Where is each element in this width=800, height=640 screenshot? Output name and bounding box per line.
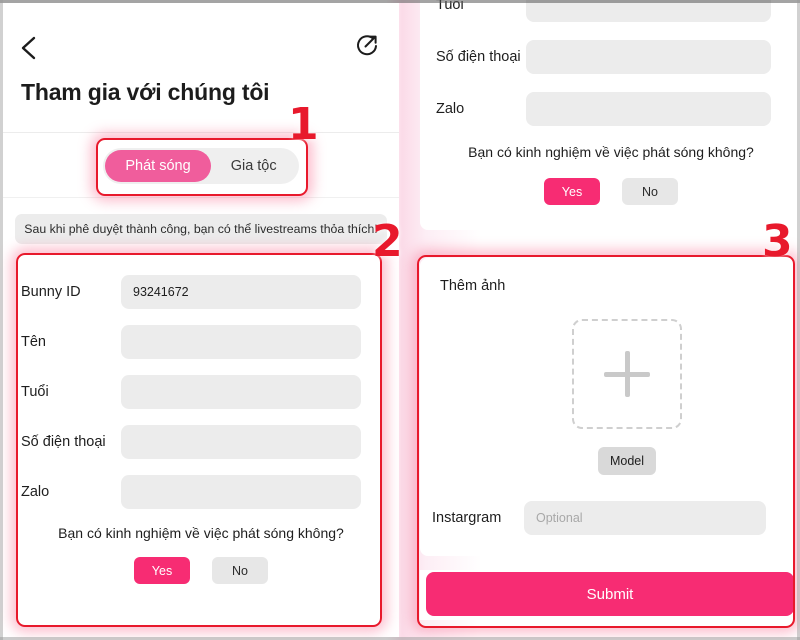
field-row-tuoi-2: Tuổi xyxy=(436,0,786,22)
field-row-tuoi: Tuổi xyxy=(21,375,381,409)
experience-no-button[interactable]: No xyxy=(212,557,268,584)
experience-yes-button-2[interactable]: Yes xyxy=(544,178,600,205)
info-banner: Sau khi phê duyệt thành công, bạn có thể… xyxy=(15,214,387,244)
app-screen-form-continued: Tuổi Số điện thoại Zalo Bạn có kinh nghi… xyxy=(420,0,800,230)
frame-edge-top xyxy=(0,0,800,3)
app-screen-photo-upload: Thêm ảnh Model Instargram Optional xyxy=(420,258,800,556)
photo-upload-dropzone[interactable] xyxy=(572,319,682,429)
field-input-instagram[interactable]: Optional xyxy=(524,501,766,535)
field-label-zalo-2: Zalo xyxy=(436,101,465,117)
submit-button[interactable]: Submit xyxy=(426,572,794,616)
field-label-zalo: Zalo xyxy=(21,484,50,500)
annotation-number-1: 1 xyxy=(288,99,319,150)
experience-answer-group-2: Yes No xyxy=(436,178,786,205)
field-row-zalo: Zalo xyxy=(21,475,381,509)
frame-edge-left xyxy=(0,0,3,640)
annotation-number-2: 2 xyxy=(372,216,403,267)
model-tag-button[interactable]: Model xyxy=(598,447,656,475)
field-label-ten: Tên xyxy=(21,334,46,350)
tab-phat-song[interactable]: Phát sóng xyxy=(105,149,211,182)
chevron-left-icon[interactable] xyxy=(16,33,42,63)
field-row-so-dien-thoai-2: Số điện thoại xyxy=(436,40,786,74)
experience-yes-button[interactable]: Yes xyxy=(134,557,190,584)
screenshot-root: Tham gia với chúng tôi Phát sóng Gia tộc… xyxy=(0,0,800,640)
field-label-tuoi: Tuổi xyxy=(21,384,49,400)
field-input-zalo-2[interactable] xyxy=(526,92,771,126)
app-header: Tham gia với chúng tôi xyxy=(3,3,399,133)
experience-answer-group: Yes No xyxy=(21,557,381,584)
registration-form-continued: Tuổi Số điện thoại Zalo Bạn có kinh nghi… xyxy=(436,0,786,205)
experience-question: Bạn có kinh nghiệm về việc phát sóng khô… xyxy=(58,525,344,541)
field-input-so-dien-thoai-2[interactable] xyxy=(526,40,771,74)
experience-question-2: Bạn có kinh nghiệm về việc phát sóng khô… xyxy=(468,144,754,160)
registration-form: Bunny ID 93241672 Tên Tuổi Số điện thoại… xyxy=(21,275,381,584)
share-circle-icon[interactable] xyxy=(353,31,381,59)
field-label-bunny-id: Bunny ID xyxy=(21,284,81,300)
field-label-so-dien-thoai: Số điện thoại xyxy=(21,434,106,450)
field-input-tuoi-2[interactable] xyxy=(526,0,771,22)
experience-no-button-2[interactable]: No xyxy=(622,178,678,205)
page-title: Tham gia với chúng tôi xyxy=(21,79,270,105)
field-input-bunny-id[interactable]: 93241672 xyxy=(121,275,361,309)
plus-icon xyxy=(604,351,650,397)
field-row-so-dien-thoai: Số điện thoại xyxy=(21,425,381,459)
field-row-zalo-2: Zalo xyxy=(436,92,786,126)
field-label-so-dien-thoai-2: Số điện thoại xyxy=(436,49,521,65)
segmented-control: Phát sóng Gia tộc xyxy=(3,134,399,198)
field-input-so-dien-thoai[interactable] xyxy=(121,425,361,459)
annotation-number-3: 3 xyxy=(762,216,793,267)
app-screen-main: Tham gia với chúng tôi Phát sóng Gia tộc… xyxy=(3,3,399,637)
tab-gia-toc[interactable]: Gia tộc xyxy=(211,150,297,182)
field-input-zalo[interactable] xyxy=(121,475,361,509)
field-label-instagram: Instargram xyxy=(432,510,502,526)
field-row-bunny-id: Bunny ID 93241672 xyxy=(21,275,381,309)
submit-bar: Submit xyxy=(420,570,800,620)
field-input-ten[interactable] xyxy=(121,325,361,359)
photo-section-title: Thêm ảnh xyxy=(440,278,506,294)
field-row-ten: Tên xyxy=(21,325,381,359)
field-row-instagram: Instargram Optional xyxy=(432,501,788,535)
field-input-tuoi[interactable] xyxy=(121,375,361,409)
